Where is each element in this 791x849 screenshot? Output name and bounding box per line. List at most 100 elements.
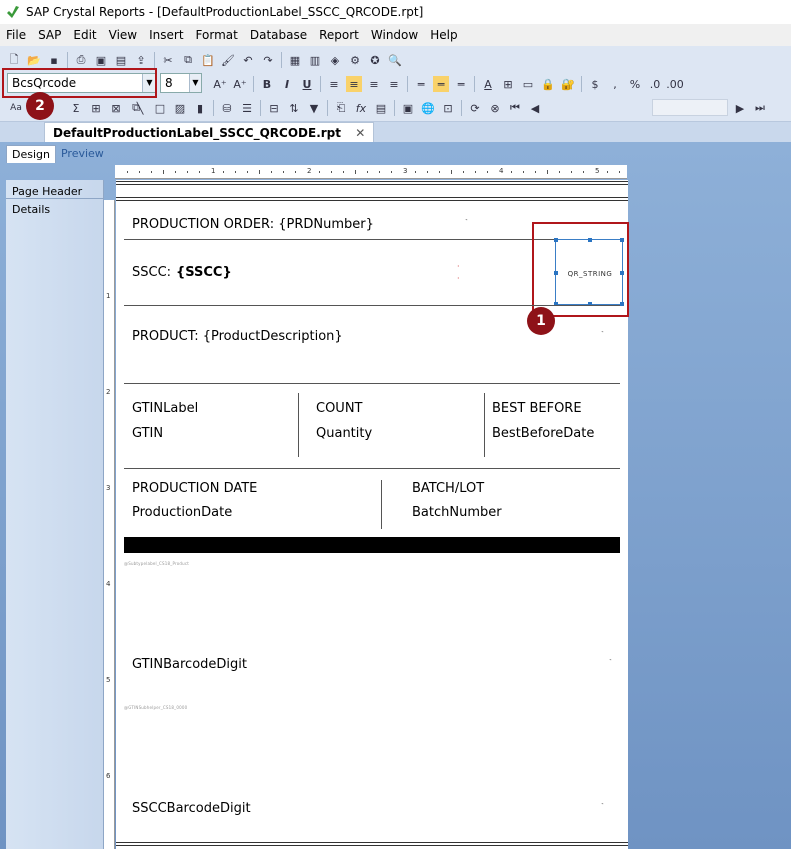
percent-icon[interactable]: % [627, 76, 643, 92]
field-production-order[interactable]: PRODUCTION ORDER: {PRDNumber} [132, 217, 374, 232]
section-details[interactable]: Details [12, 203, 50, 216]
underline-icon[interactable]: U [299, 76, 315, 92]
menu-help[interactable]: Help [424, 28, 463, 42]
font-size-combobox[interactable]: 8 ▼ [160, 73, 202, 93]
save-icon[interactable]: ▪ [46, 52, 62, 68]
stop-icon[interactable]: ⊗ [487, 100, 503, 116]
olap-icon[interactable]: ⊠ [108, 100, 124, 116]
field-gtin-barcode-digit[interactable]: GTINBarcodeDigit [132, 657, 247, 672]
menu-report[interactable]: Report [313, 28, 365, 42]
database-expert-icon[interactable]: ⛁ [219, 100, 235, 116]
cut-icon[interactable]: ✂ [160, 52, 176, 68]
field-production-date-label[interactable]: PRODUCTION DATE [132, 481, 257, 496]
field-icon[interactable]: ▤ [373, 100, 389, 116]
justify-icon[interactable]: ≡ [386, 76, 402, 92]
field-best-before-label[interactable]: BEST BEFORE [492, 401, 582, 416]
borders-icon[interactable]: ⊞ [500, 76, 516, 92]
top-align-icon[interactable]: ═ [413, 76, 429, 92]
lock-format-icon[interactable]: 🔒 [540, 76, 556, 92]
menu-window[interactable]: Window [365, 28, 424, 42]
field-best-before-date[interactable]: BestBeforeDate [492, 426, 594, 441]
group-expert-icon[interactable]: ⊟ [266, 100, 282, 116]
close-icon[interactable]: ✕ [355, 126, 365, 140]
web-icon[interactable]: 🌐 [420, 100, 436, 116]
field-sscc-barcode-digit[interactable]: SSCCBarcodeDigit [132, 801, 251, 816]
previous-page-icon[interactable]: ◀ [527, 100, 543, 116]
menu-database[interactable]: Database [244, 28, 313, 42]
section-expert-icon[interactable]: ☰ [239, 100, 255, 116]
font-color-icon[interactable]: A [480, 76, 496, 92]
insert-chart-icon[interactable]: ▮ [192, 100, 208, 116]
insert-text-object-icon[interactable]: Aa [8, 100, 24, 116]
summary-icon[interactable]: Σ [68, 100, 84, 116]
currency-icon[interactable]: $ [587, 76, 603, 92]
print-icon[interactable]: ⎙ [73, 52, 89, 68]
bold-icon[interactable]: B [259, 76, 275, 92]
subreport-icon[interactable]: ⧉ [128, 100, 144, 116]
menu-view[interactable]: View [103, 28, 143, 42]
print-preview-icon[interactable]: ▣ [93, 52, 109, 68]
first-page-icon[interactable]: ⏮ [507, 100, 523, 116]
format-painter-icon[interactable]: 🖌 [220, 52, 236, 68]
field-batch-label[interactable]: BATCH/LOT [412, 481, 484, 496]
align-left-icon[interactable]: ≡ [326, 76, 342, 92]
workbench-icon[interactable]: ✪ [367, 52, 383, 68]
document-tab[interactable]: DefaultProductionLabel_SSCC_QRCODE.rpt ✕ [44, 122, 375, 142]
sort-expert-icon[interactable]: ⇅ [286, 100, 302, 116]
page-navigation-input[interactable] [652, 99, 728, 116]
field-quantity[interactable]: Quantity [316, 426, 372, 441]
menu-edit[interactable]: Edit [67, 28, 102, 42]
formula-workshop-icon[interactable]: fx [353, 100, 369, 116]
paste-icon[interactable]: 📋 [200, 52, 216, 68]
middle-align-icon[interactable]: ═ [433, 76, 449, 92]
field-sscc-label[interactable]: SSCC: [132, 265, 171, 280]
toggle-tree-icon[interactable]: ⊡ [440, 100, 456, 116]
report-options-icon[interactable]: ▣ [400, 100, 416, 116]
align-center-icon[interactable]: ≡ [346, 76, 362, 92]
last-page-icon[interactable]: ⏭ [752, 100, 768, 116]
field-production-date[interactable]: ProductionDate [132, 505, 232, 520]
field-batch-number[interactable]: BatchNumber [412, 505, 502, 520]
menu-sap[interactable]: SAP [32, 28, 67, 42]
field-sscc[interactable]: {SSCC} [176, 265, 232, 280]
italic-icon[interactable]: I [279, 76, 295, 92]
section-page-header[interactable]: Page Header [12, 185, 82, 198]
decrease-font-icon[interactable]: A⁺ [232, 76, 248, 92]
report-explorer-icon[interactable]: ▥ [307, 52, 323, 68]
redo-icon[interactable]: ↷ [260, 52, 276, 68]
undo-icon[interactable]: ↶ [240, 52, 256, 68]
menu-format[interactable]: Format [190, 28, 244, 42]
field-count-label[interactable]: COUNT [316, 401, 363, 416]
decrease-decimals-icon[interactable]: .00 [666, 76, 684, 92]
lock-size-icon[interactable]: 🔐 [560, 76, 576, 92]
new-icon[interactable]: 🗋 [6, 52, 22, 68]
menu-insert[interactable]: Insert [143, 28, 189, 42]
select-expert-icon[interactable]: ▼ [306, 100, 322, 116]
insert-box-icon[interactable]: □ [152, 100, 168, 116]
field-explorer-icon[interactable]: ▦ [287, 52, 303, 68]
repository-explorer-icon[interactable]: ◈ [327, 52, 343, 68]
suppress-icon[interactable]: ▭ [520, 76, 536, 92]
find-icon[interactable]: 🔍 [387, 52, 403, 68]
chevron-down-icon[interactable]: ▼ [189, 74, 201, 92]
thousands-icon[interactable]: , [607, 76, 623, 92]
refresh-icon[interactable]: ⟳ [467, 100, 483, 116]
insert-picture-icon[interactable]: ▨ [172, 100, 188, 116]
field-gtin[interactable]: GTIN [132, 426, 163, 441]
tab-preview[interactable]: Preview [56, 145, 109, 163]
copy-icon[interactable]: ⧉ [180, 52, 196, 68]
tab-design[interactable]: Design [6, 145, 56, 163]
increase-font-icon[interactable]: A⁺ [212, 76, 228, 92]
field-product[interactable]: PRODUCT: {ProductDescription} [132, 329, 343, 344]
align-right-icon[interactable]: ≡ [366, 76, 382, 92]
small-field-text[interactable]: @GTINSubhelper_CS18_0000 [124, 705, 187, 710]
field-gtin-label[interactable]: GTINLabel [132, 401, 198, 416]
small-field-text[interactable]: @Subtypelabel_CS18_Product [124, 561, 189, 566]
template-expert-icon[interactable]: ⎗ [333, 100, 349, 116]
next-page-icon[interactable]: ▶ [732, 100, 748, 116]
export-icon[interactable]: ⇪ [133, 52, 149, 68]
bottom-align-icon[interactable]: ═ [453, 76, 469, 92]
menu-file[interactable]: File [0, 28, 32, 42]
cross-tab-icon[interactable]: ⊞ [88, 100, 104, 116]
dependency-checker-icon[interactable]: ⚙ [347, 52, 363, 68]
